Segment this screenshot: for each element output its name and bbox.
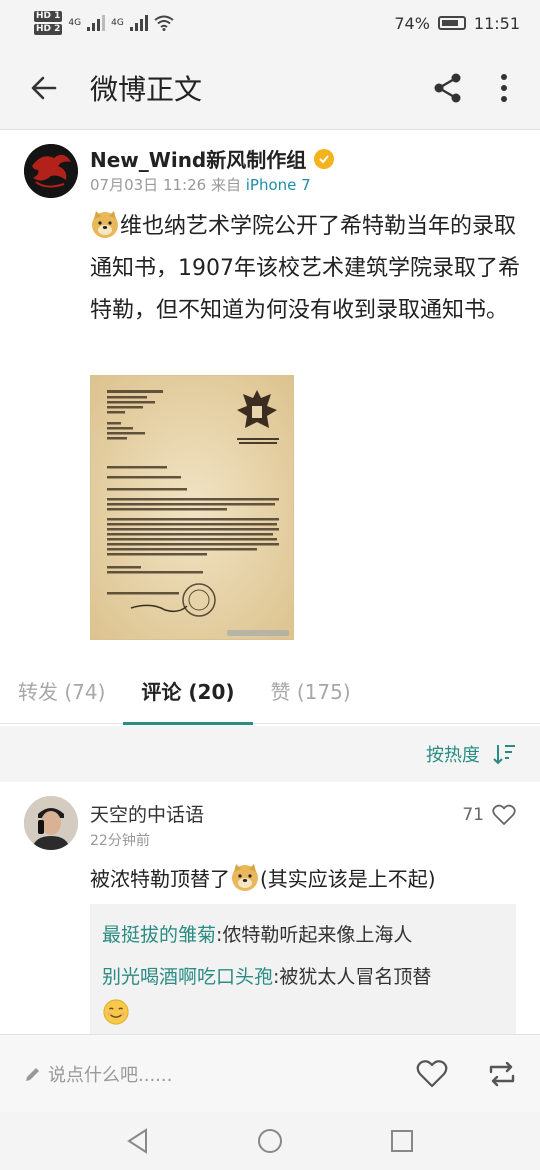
author-avatar[interactable] [24,144,78,198]
comment-like-button[interactable]: 71 [462,804,516,826]
arrow-left-icon [31,76,57,99]
signal-2-label: 4G [111,18,124,28]
repost-icon [489,1061,515,1086]
smile-emoji-icon [103,999,129,1025]
circle-home-icon [258,1129,282,1153]
doge-emoji-icon [232,864,258,891]
wifi-icon [154,15,174,31]
heart-icon [416,1059,448,1087]
tab-comments[interactable]: 评论 (20) [123,656,253,725]
page-title: 微博正文 [90,72,203,106]
system-nav-bar [0,1112,540,1170]
bottom-action-bar: 说点什么吧...... [0,1034,540,1112]
comment-replies[interactable]: 最挺拔的雏菊:侬特勒听起来像上海人 别光喝酒啊吃口头孢:被犹太人冒名顶替 [90,904,516,1034]
share-button[interactable] [420,58,476,118]
post-device[interactable]: iPhone 7 [246,176,311,194]
comment-item: 天空的中话语 22分钟前 71 被浓特勒顶替了 (其实应该是上不起) 最挺拔的雏… [0,782,540,1034]
comment-text-after: (其实应该是上不起) [260,867,436,891]
tab-likes[interactable]: 赞 (175) [253,656,369,724]
nav-back-button[interactable] [118,1121,158,1161]
newwind-logo-icon [24,144,78,198]
nav-recents-button[interactable] [382,1121,422,1161]
square-recents-icon [391,1130,413,1152]
reply-author[interactable]: 最挺拔的雏菊 [102,924,216,946]
pencil-icon [26,1067,39,1081]
hd1-badge: HD 1 [34,11,63,22]
reply-item[interactable]: 最挺拔的雏菊:侬特勒听起来像上海人 [102,914,504,956]
post-date: 07月03日 11:26 [90,176,207,194]
post-meta: 07月03日 11:26 来自 iPhone 7 [90,174,311,195]
signal-bars-icon [129,15,148,31]
commenter-avatar-image [24,796,78,850]
verified-badge-icon [314,148,335,169]
sort-bar: 按热度 [0,726,540,782]
share-icon [434,73,461,102]
doge-emoji-icon [92,211,118,238]
post-text: 维也纳艺术学院公开了希特勒当年的录取通知书，1907年该校艺术建筑学院录取了希特… [90,206,520,332]
author-name-row[interactable]: New_Wind新风制作组 [90,144,335,173]
comment-text-before: 被浓特勒顶替了 [90,867,230,891]
status-right: 74% 11:51 [394,14,520,33]
post-body: 维也纳艺术学院公开了希特勒当年的录取通知书，1907年该校艺术建筑学院录取了希特… [90,214,520,323]
comment-input[interactable]: 说点什么吧...... [24,1061,402,1087]
sort-icon[interactable] [492,743,516,765]
comment-time: 22分钟前 [90,833,150,849]
commenter-name[interactable]: 天空的中话语 [90,800,204,827]
comment-like-count: 71 [462,805,484,825]
heart-icon [492,804,516,825]
triangle-back-icon [127,1128,147,1154]
clock: 11:51 [473,13,520,33]
back-button[interactable] [14,58,74,118]
hd-indicators: HD 1 HD 2 [34,10,63,36]
tab-reposts[interactable]: 转发 (74) [0,656,123,724]
sort-by-hot-button[interactable]: 按热度 [426,741,480,767]
post-tabs: 转发 (74) 评论 (20) 赞 (175) [0,656,540,725]
source-label: 来自 [210,176,241,194]
status-bar: HD 1 HD 2 4G 4G 74% 11:51 [0,0,540,46]
hd2-badge: HD 2 [34,24,63,35]
reply-item[interactable]: 别光喝酒啊吃口头孢:被犹太人冒名顶替 [102,956,504,998]
repost-button[interactable] [472,1044,532,1104]
more-vertical-icon [501,73,507,102]
like-button[interactable] [402,1044,462,1104]
admission-letter-image [91,376,293,639]
battery-icon [437,16,466,30]
author-name[interactable]: New_Wind新风制作组 [90,144,306,173]
status-left: HD 1 HD 2 4G 4G [34,10,174,36]
nav-home-button[interactable] [250,1121,290,1161]
app-bar: 微博正文 [0,46,540,130]
comment-text: 被浓特勒顶替了 (其实应该是上不起) [90,862,436,894]
commenter-avatar[interactable] [24,796,78,850]
signal-1-label: 4G [68,18,82,28]
reply-author[interactable]: 别光喝酒啊吃口头孢 [102,966,273,988]
more-button[interactable] [476,58,532,118]
post-image[interactable] [90,375,294,640]
reply-text: :被犹太人冒名顶替 [273,966,432,988]
battery-percent: 74% [394,13,430,33]
reply-text: :侬特勒听起来像上海人 [216,924,413,946]
signal-bars-icon [87,15,106,31]
comment-input-placeholder: 说点什么吧...... [48,1064,173,1086]
